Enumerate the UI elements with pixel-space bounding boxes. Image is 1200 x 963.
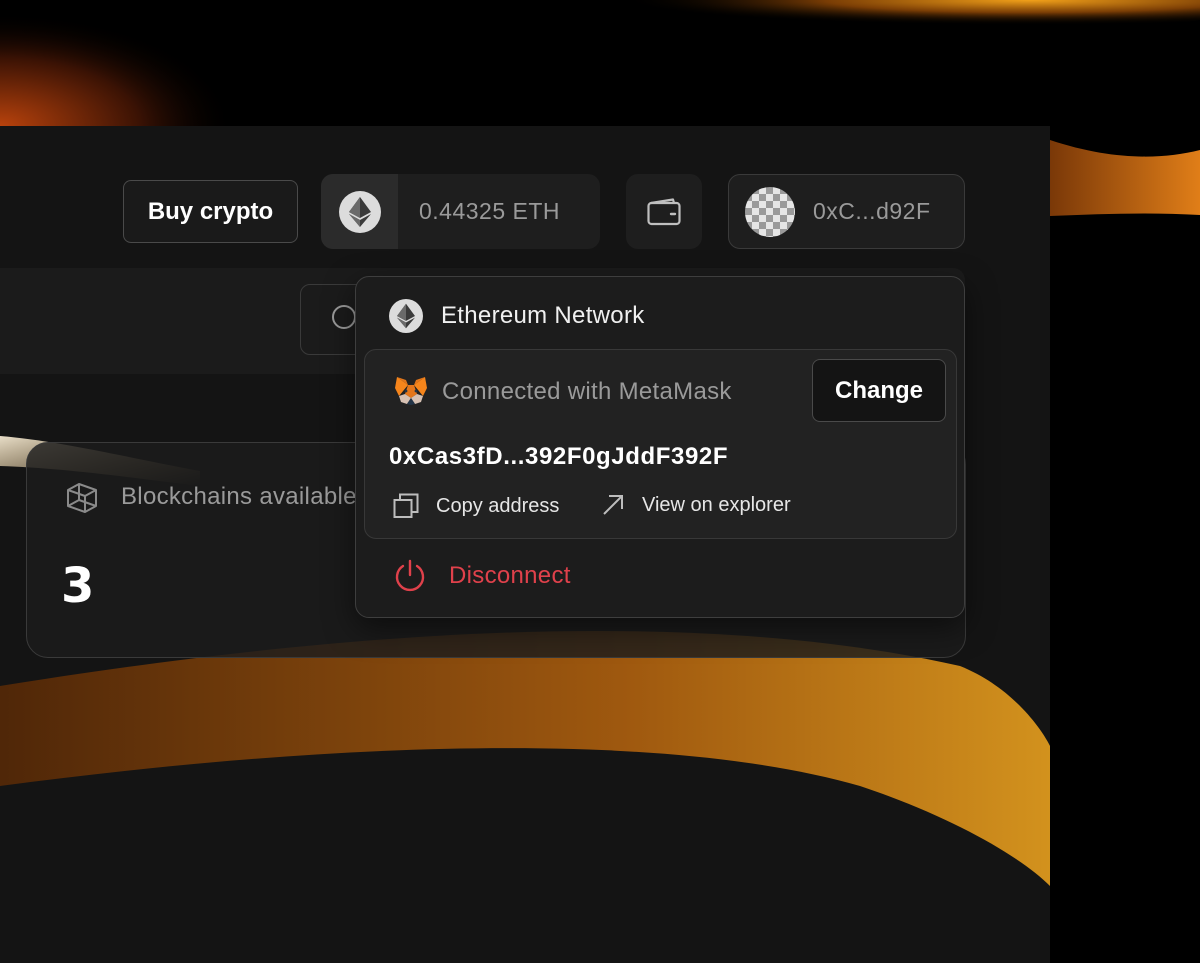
wallet-dropdown: Ethereum Network Connected with MetaMask… [355,276,965,618]
wallet-icon [647,197,681,225]
account-button[interactable]: 0xC...d92F [728,174,965,249]
search-icon [332,305,356,329]
screen: Buy crypto 0.44325 ETH 0xC...d92F Blockc… [0,0,1200,963]
arrow-up-right-icon [603,495,623,515]
metamask-fox-icon [395,377,427,405]
copy-address-label: Copy address [436,494,560,517]
disconnect-label: Disconnect [449,562,571,589]
copy-address-button[interactable]: Copy address [393,493,559,519]
network-row: Ethereum Network [389,299,645,333]
view-on-explorer-label: View on explorer [642,493,791,516]
buy-crypto-button[interactable]: Buy crypto [123,180,298,243]
ethereum-icon [389,299,423,333]
connection-card: Connected with MetaMask Change 0xCas3fD.… [364,349,957,539]
stat-value: 3 [61,558,95,614]
copy-icon [393,493,419,518]
connected-with-label: Connected with MetaMask [442,378,732,405]
stat-label: Blockchains available [121,483,357,510]
cube-icon [67,483,97,513]
power-icon [395,559,425,592]
eth-icon-box [321,174,398,249]
view-on-explorer-button[interactable]: View on explorer [601,493,791,517]
network-name: Ethereum Network [441,302,645,329]
wallet-button[interactable] [626,174,702,249]
eth-balance-chip[interactable]: 0.44325 ETH [321,174,600,249]
ethereum-icon [338,190,381,233]
change-wallet-button[interactable]: Change [812,359,946,422]
wallet-address: 0xCas3fD...392F0gJddF392F [389,443,729,470]
eth-balance-value: 0.44325 ETH [419,198,561,224]
disconnect-button[interactable]: Disconnect [393,559,571,593]
account-address-short: 0xC...d92F [813,198,931,224]
avatar [745,186,795,237]
